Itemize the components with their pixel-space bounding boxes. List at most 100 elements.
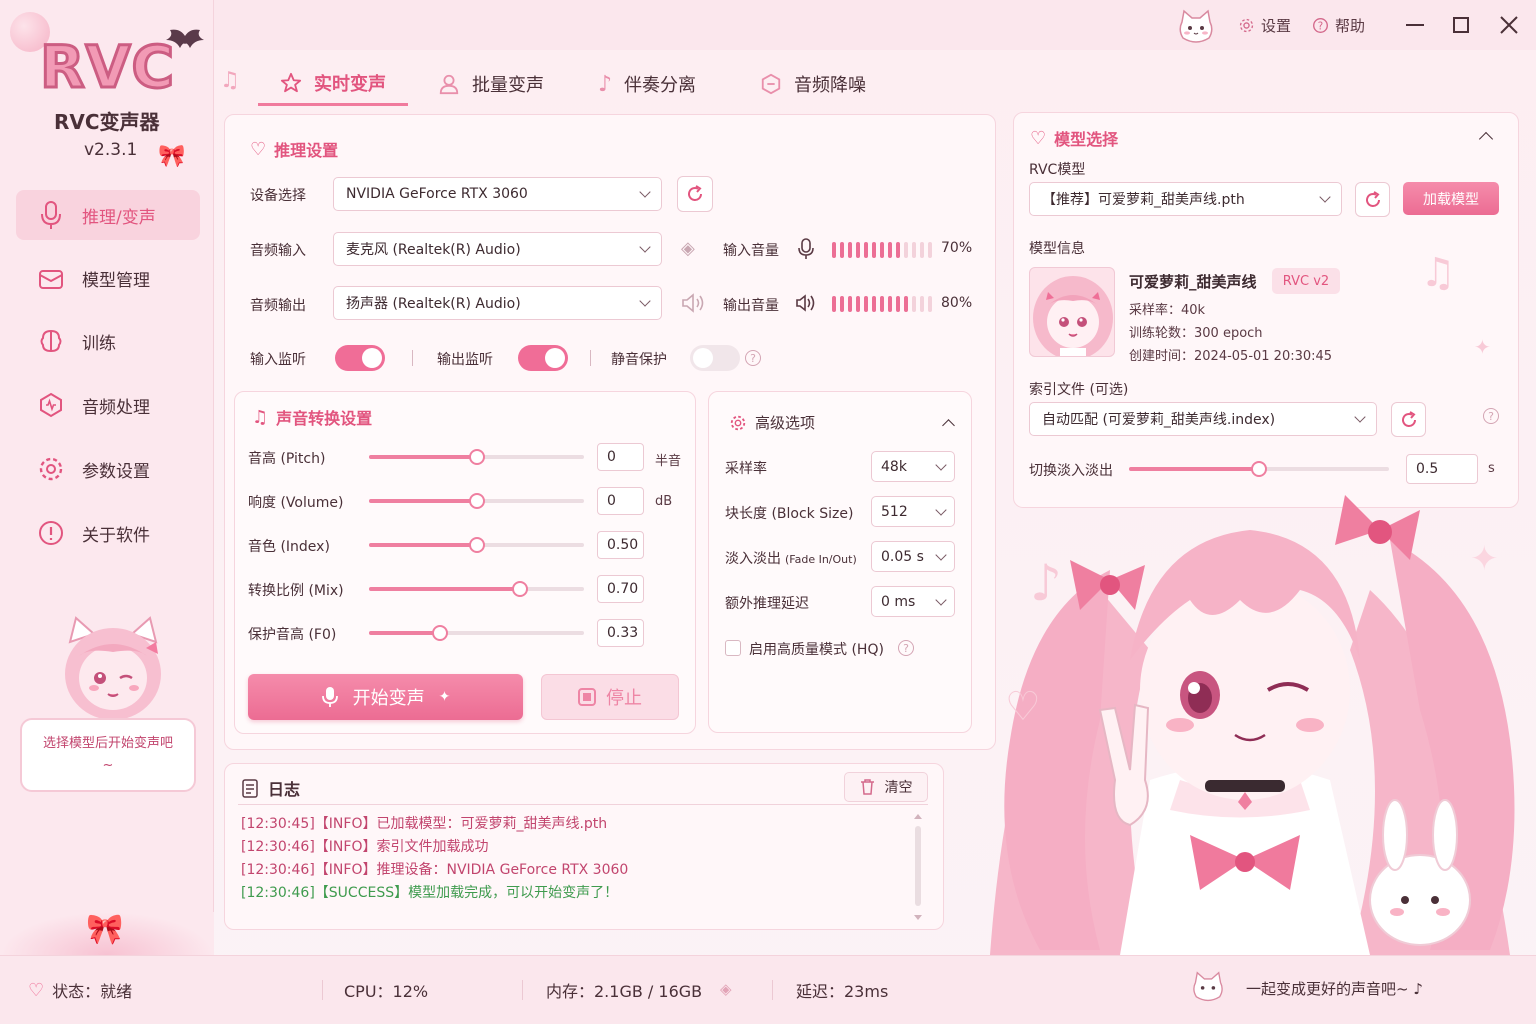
- tab-separation[interactable]: ♪ 伴奏分离: [598, 62, 696, 106]
- scroll-thumb[interactable]: [915, 826, 921, 906]
- chevron-down-icon: [935, 503, 947, 516]
- crossfade-thumb[interactable]: [1251, 461, 1267, 477]
- tab-label: 实时变声: [314, 73, 386, 95]
- adv-label-text: 采样率: [725, 461, 767, 477]
- sidebar-mascot-image: [48, 612, 178, 730]
- heart-icon: ♡: [28, 979, 45, 1001]
- log-scrollbar[interactable]: [913, 814, 923, 920]
- sidebar-item-inference[interactable]: 推理/变声: [16, 190, 200, 240]
- gear-icon: [39, 457, 63, 481]
- param-slider-thumb[interactable]: [468, 449, 485, 465]
- device-select[interactable]: NVIDIA GeForce RTX 3060: [333, 177, 662, 211]
- input-volume-meter: [832, 242, 932, 258]
- brain-icon: [40, 329, 62, 353]
- param-slider-fill: [369, 631, 440, 635]
- advanced-header[interactable]: 高级选项: [729, 412, 955, 433]
- param-slider-thumb[interactable]: [468, 537, 485, 553]
- sidebar-item-audio-processing[interactable]: 音频处理: [16, 380, 200, 430]
- param-slider-thumb[interactable]: [511, 581, 528, 597]
- adv-option-select[interactable]: 48k: [871, 451, 955, 482]
- refresh-devices-button[interactable]: [677, 176, 713, 212]
- param-slider-thumb[interactable]: [468, 493, 485, 509]
- param-slider-thumb[interactable]: [431, 625, 448, 641]
- model-sample-rate: 采样率：40k: [1129, 303, 1206, 318]
- output-volume-label: 输出音量: [723, 298, 779, 314]
- question-icon[interactable]: ?: [745, 350, 761, 366]
- audio-output-select[interactable]: 扬声器 (Realtek(R) Audio): [333, 286, 662, 320]
- stop-button-label: 停止: [606, 688, 642, 709]
- star-icon: [280, 72, 302, 92]
- volume-bar: [840, 242, 844, 258]
- model-title: ♡ 模型选择: [1030, 126, 1118, 150]
- tab-denoise[interactable]: 音频降噪: [760, 62, 866, 106]
- audio-input-select[interactable]: 麦克风 (Realtek(R) Audio): [333, 232, 662, 266]
- chevron-up-icon: [942, 418, 955, 432]
- question-icon[interactable]: ?: [898, 640, 914, 656]
- tab-realtime[interactable]: 实时变声: [258, 62, 408, 106]
- param-value-input[interactable]: 0.50: [597, 531, 644, 559]
- param-value-input[interactable]: 0.33: [597, 619, 644, 647]
- sparkle-icon: ✦: [1474, 335, 1491, 359]
- refresh-models-button[interactable]: [1355, 182, 1390, 217]
- maximize-button[interactable]: [1453, 17, 1469, 33]
- settings-menu[interactable]: 设置: [1238, 15, 1291, 36]
- adv-option-select[interactable]: 512: [871, 496, 955, 527]
- sidebar-item-training[interactable]: 训练: [16, 316, 200, 366]
- help-menu[interactable]: ? 帮助: [1312, 15, 1365, 36]
- param-slider[interactable]: [369, 537, 584, 553]
- noise-icon: [761, 73, 781, 95]
- volume-bar: [872, 296, 876, 312]
- question-icon[interactable]: ?: [1483, 408, 1499, 424]
- scroll-down-arrow[interactable]: [914, 915, 922, 920]
- param-slider[interactable]: [369, 493, 584, 509]
- model-epochs: 训练轮数：300 epoch: [1129, 326, 1263, 341]
- index-file-select[interactable]: 自动匹配 (可爱萝莉_甜美声线.index): [1029, 402, 1377, 436]
- minimize-button[interactable]: [1406, 24, 1424, 26]
- music-note-icon: ♫: [252, 406, 269, 428]
- input-monitor-toggle[interactable]: [335, 345, 385, 371]
- volume-bar: [864, 242, 868, 258]
- close-icon: [1500, 16, 1518, 34]
- adv-option-value: 0 ms: [881, 593, 916, 610]
- volume-bar: [840, 296, 844, 312]
- param-slider[interactable]: [369, 581, 584, 597]
- divider: [590, 350, 591, 366]
- tab-batch[interactable]: 批量变声: [438, 62, 544, 106]
- chevron-down-icon: [639, 241, 651, 253]
- model-select[interactable]: 【推荐】可爱萝莉_甜美声线.pth: [1029, 182, 1342, 216]
- hq-checkbox[interactable]: [725, 640, 741, 656]
- adv-option-value: 512: [881, 503, 908, 520]
- param-value-input[interactable]: 0.70: [597, 575, 644, 603]
- sidebar-item-model-management[interactable]: 模型管理: [16, 253, 200, 303]
- adv-option-select[interactable]: 0 ms: [871, 586, 955, 617]
- start-button[interactable]: 开始变声 ✦: [248, 674, 523, 720]
- sidebar-item-label: 参数设置: [82, 461, 150, 482]
- box-icon: [39, 270, 63, 289]
- clear-log-button[interactable]: 清空: [844, 772, 928, 802]
- output-monitor-toggle[interactable]: [518, 345, 568, 371]
- refresh-index-button[interactable]: [1391, 402, 1426, 437]
- sidebar-item-parameters[interactable]: 参数设置: [16, 444, 200, 494]
- scroll-up-arrow[interactable]: [914, 814, 922, 819]
- crossfade-slider[interactable]: [1129, 461, 1389, 477]
- param-value-input[interactable]: 0: [597, 487, 644, 515]
- stop-button[interactable]: 停止: [541, 674, 679, 720]
- close-button[interactable]: [1498, 14, 1520, 36]
- divider: [772, 980, 773, 1000]
- start-button-label: 开始变声: [352, 688, 425, 709]
- param-value-input[interactable]: 0: [597, 443, 644, 471]
- param-slider[interactable]: [369, 449, 584, 465]
- help-label: 帮助: [1335, 17, 1366, 35]
- load-model-button[interactable]: 加载模型: [1403, 182, 1499, 215]
- status-memory: 内存：2.1GB / 16GB: [546, 982, 703, 1001]
- volume-bar: [848, 296, 852, 312]
- output-monitor-label: 输出监听: [437, 352, 493, 368]
- adv-option-select[interactable]: 0.05 s: [871, 541, 955, 572]
- sidebar-item-about[interactable]: 关于软件: [16, 508, 200, 558]
- trash-icon: [860, 779, 874, 795]
- microphone-icon: [41, 201, 61, 229]
- crossfade-fill: [1129, 467, 1259, 471]
- param-slider[interactable]: [369, 625, 584, 641]
- mute-protect-toggle[interactable]: [690, 345, 740, 371]
- status-slogan: 一起变成更好的声音吧~ ♪: [1246, 980, 1423, 998]
